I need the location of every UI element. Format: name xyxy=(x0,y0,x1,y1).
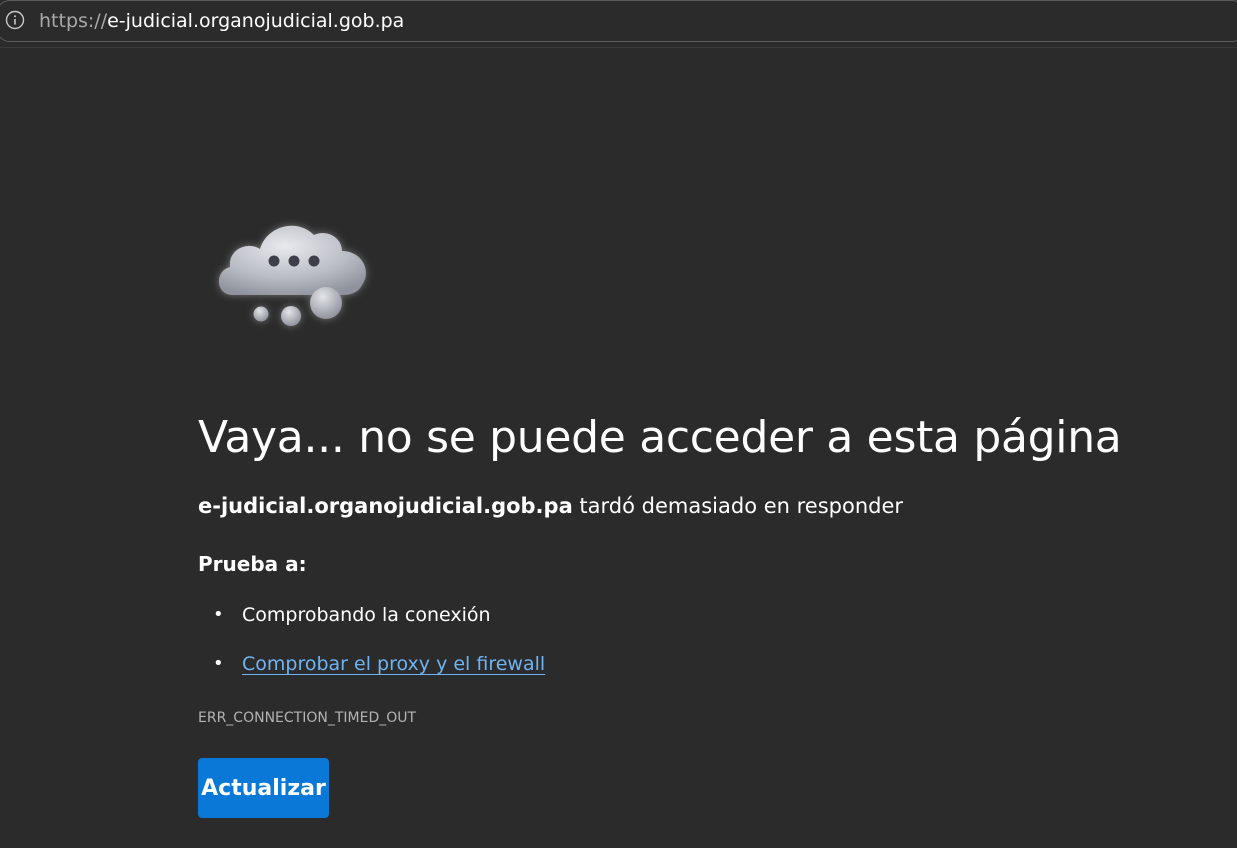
list-item: • Comprobando la conexión xyxy=(198,600,545,630)
address-bar: https://e-judicial.organojudicial.gob.pa xyxy=(0,0,1237,48)
list-item: • Comprobar el proxy y el firewall xyxy=(198,649,545,679)
thinking-cloud-icon xyxy=(218,225,366,326)
refresh-button[interactable]: Actualizar xyxy=(198,758,329,818)
suggestion-check-connection: Comprobando la conexión xyxy=(242,604,491,626)
error-code: ERR_CONNECTION_TIMED_OUT xyxy=(198,710,417,726)
suggestions-list: • Comprobando la conexión • Comprobar el… xyxy=(198,600,545,698)
error-host: e-judicial.organojudicial.gob.pa xyxy=(198,494,573,518)
error-message: e-judicial.organojudicial.gob.pa tardó d… xyxy=(198,491,903,521)
url-host: e-judicial.organojudicial.gob.pa xyxy=(107,10,405,32)
url-scheme: https:// xyxy=(39,10,108,32)
url-field[interactable]: https://e-judicial.organojudicial.gob.pa xyxy=(0,0,1237,42)
check-proxy-firewall-link[interactable]: Comprobar el proxy y el firewall xyxy=(242,653,545,675)
bullet: • xyxy=(213,604,224,625)
bullet: • xyxy=(213,653,224,674)
url-text[interactable]: https://e-judicial.organojudicial.gob.pa xyxy=(39,9,404,33)
suggestions-heading: Prueba a: xyxy=(198,552,307,576)
page-title: Vaya... no se puede acceder a esta págin… xyxy=(198,412,1122,463)
info-circle-icon[interactable] xyxy=(5,10,25,30)
error-description: tardó demasiado en responder xyxy=(572,494,904,518)
